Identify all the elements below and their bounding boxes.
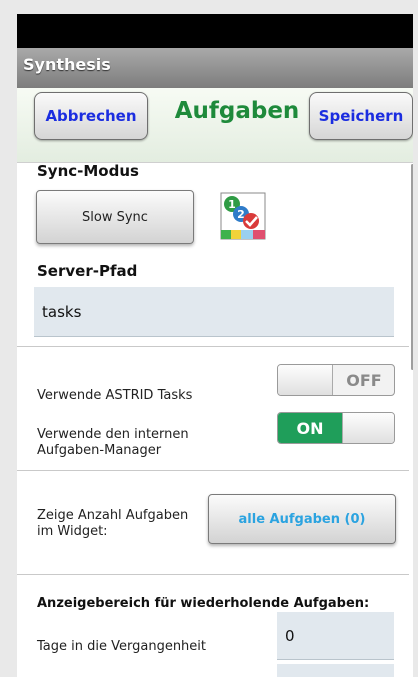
internal-manager-label-line2: Aufgaben-Manager (37, 443, 162, 458)
server-path-label: Server-Pfad (37, 262, 138, 280)
app-title: Synthesis (23, 55, 111, 74)
internal-manager-toggle[interactable]: ON (277, 412, 395, 444)
save-button[interactable]: Speichern (309, 92, 413, 140)
status-bar (17, 14, 413, 48)
divider (17, 574, 409, 575)
sync-mode-button[interactable]: Slow Sync (36, 190, 194, 244)
recurring-heading: Anzeigebereich für wiederholende Aufgabe… (37, 596, 370, 611)
future-days-input[interactable] (277, 664, 394, 677)
divider (17, 470, 409, 471)
astrid-toggle-state: OFF (346, 370, 382, 390)
astrid-label: Verwende ASTRID Tasks (37, 388, 193, 403)
header: Abbrechen Aufgaben Speichern (17, 88, 413, 163)
cancel-button[interactable]: Abbrechen (34, 92, 148, 140)
phone-screen: Synthesis Abbrechen Aufgaben Speichern S… (17, 14, 413, 677)
divider (17, 346, 409, 347)
sync-mode-label: Sync-Modus (37, 162, 139, 180)
widget-count-label: Zeige Anzahl Aufgaben im Widget: (37, 508, 188, 540)
svg-text:1: 1 (228, 198, 236, 211)
past-days-input[interactable]: 0 (277, 612, 394, 660)
tasks-app-icon: 1 2 (218, 190, 268, 244)
widget-count-label-line2: im Widget: (37, 524, 108, 539)
widget-count-selector[interactable]: alle Aufgaben (0) (208, 494, 396, 544)
server-path-input[interactable]: tasks (34, 287, 394, 337)
page-title: Aufgaben (174, 98, 300, 124)
widget-count-label-line1: Zeige Anzahl Aufgaben (37, 508, 189, 523)
internal-manager-label-line1: Verwende den internen (37, 427, 189, 442)
astrid-toggle[interactable]: OFF (277, 364, 395, 396)
internal-manager-toggle-state: ON (278, 413, 342, 443)
scrollbar[interactable] (411, 164, 413, 370)
app-title-bar: Synthesis (17, 48, 413, 89)
past-days-label: Tage in die Vergangenheit (37, 639, 207, 654)
internal-manager-label: Verwende den internen Aufgaben-Manager (37, 427, 189, 459)
